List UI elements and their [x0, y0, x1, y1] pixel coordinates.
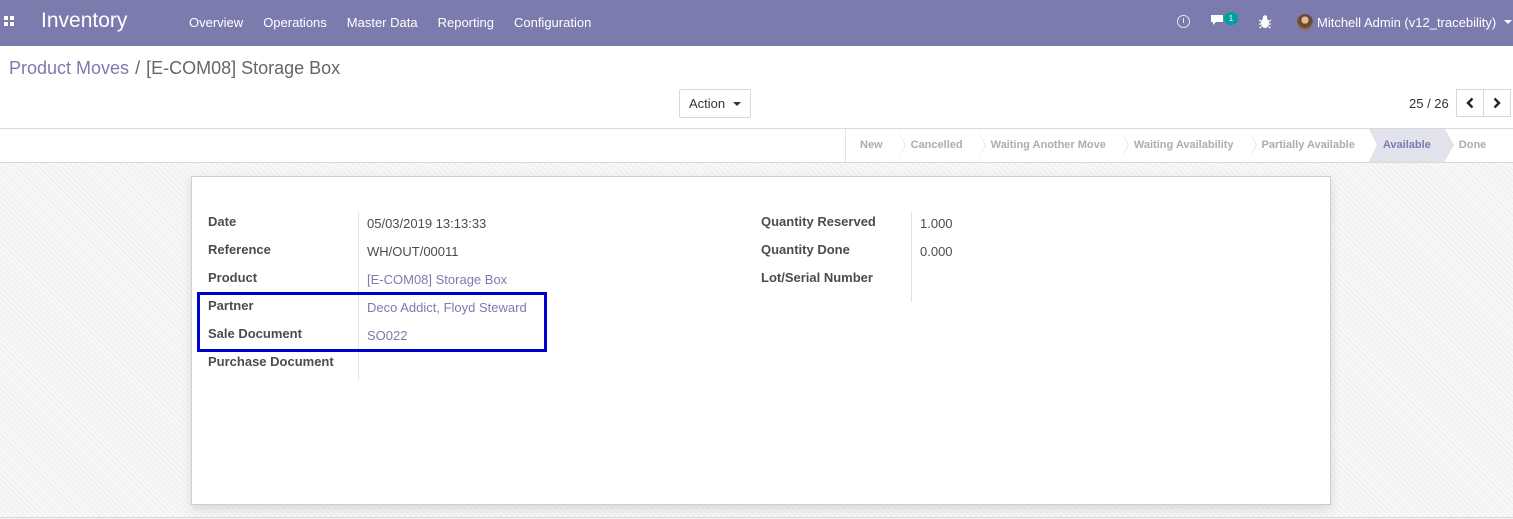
right-column-divider [911, 212, 912, 302]
caret-down-icon [733, 102, 741, 106]
status-bar: New Cancelled Waiting Another Move Waiti… [845, 129, 1501, 162]
pager-next-button[interactable] [1483, 89, 1511, 117]
status-step-cancelled: Cancelled [896, 129, 986, 162]
pager-value[interactable]: 25 / 26 [1409, 96, 1449, 111]
menu-reporting[interactable]: Reporting [428, 0, 504, 46]
breadcrumb-current: [E-COM08] Storage Box [146, 58, 341, 78]
quantity-reserved-label: Quantity Reserved [761, 214, 876, 229]
chevron-down-icon[interactable] [1504, 20, 1512, 24]
status-step-waiting-another-move: Waiting Another Move [976, 129, 1130, 162]
reference-label: Reference [208, 242, 271, 257]
product-label: Product [208, 270, 258, 285]
quantity-reserved-value: 1.000 [920, 216, 953, 231]
status-step-partially-available: Partially Available [1247, 129, 1379, 162]
action-button-label: Action [689, 96, 726, 111]
left-column-divider [358, 212, 359, 380]
menu-overview[interactable]: Overview [179, 0, 253, 46]
action-button[interactable]: Action [679, 89, 751, 118]
quantity-done-value: 0.000 [920, 244, 953, 259]
form-header: New Cancelled Waiting Another Move Waiti… [0, 128, 1513, 163]
purchase-document-label: Purchase Document [208, 354, 334, 369]
chat-icon[interactable] [1210, 14, 1225, 26]
chevron-right-icon [1493, 97, 1501, 109]
date-label: Date [208, 214, 237, 229]
menu-master-data[interactable]: Master Data [337, 0, 428, 46]
app-brand[interactable]: Inventory [41, 9, 127, 33]
main-menu: Overview Operations Master Data Reportin… [179, 0, 601, 46]
sale-document-link[interactable]: SO022 [367, 328, 407, 343]
breadcrumb-product-moves[interactable]: Product Moves [9, 58, 129, 78]
chevron-left-icon [1466, 97, 1474, 109]
pager-previous-button[interactable] [1456, 89, 1484, 117]
status-step-waiting-availability: Waiting Availability [1119, 129, 1257, 162]
apps-icon[interactable] [4, 16, 15, 27]
bug-icon[interactable] [1258, 14, 1272, 30]
date-value: 05/03/2019 13:13:33 [367, 216, 487, 231]
menu-configuration[interactable]: Configuration [504, 0, 601, 46]
status-step-available: Available [1368, 129, 1454, 162]
reference-value: WH/OUT/00011 [367, 244, 459, 259]
partner-label: Partner [208, 298, 254, 313]
partner-link[interactable]: Deco Addict, Floyd Steward [367, 300, 527, 315]
bottom-divider [0, 517, 1513, 518]
user-avatar[interactable] [1297, 14, 1313, 30]
breadcrumb-separator: / [135, 58, 141, 78]
product-link[interactable]: [E-COM08] Storage Box [367, 272, 507, 287]
breadcrumb: Product Moves / [E-COM08] Storage Box [9, 58, 340, 79]
sale-document-label: Sale Document [208, 326, 302, 341]
quantity-done-label: Quantity Done [761, 242, 850, 257]
user-menu[interactable]: Mitchell Admin (v12_tracebility) [1317, 15, 1496, 30]
lot-serial-number-label: Lot/Serial Number [761, 270, 873, 285]
chat-count-badge: 1 [1224, 12, 1238, 25]
status-step-new: New [846, 129, 906, 162]
clock-icon[interactable] [1177, 15, 1190, 28]
menu-operations[interactable]: Operations [253, 0, 337, 46]
top-navbar: Inventory Overview Operations Master Dat… [0, 0, 1513, 46]
